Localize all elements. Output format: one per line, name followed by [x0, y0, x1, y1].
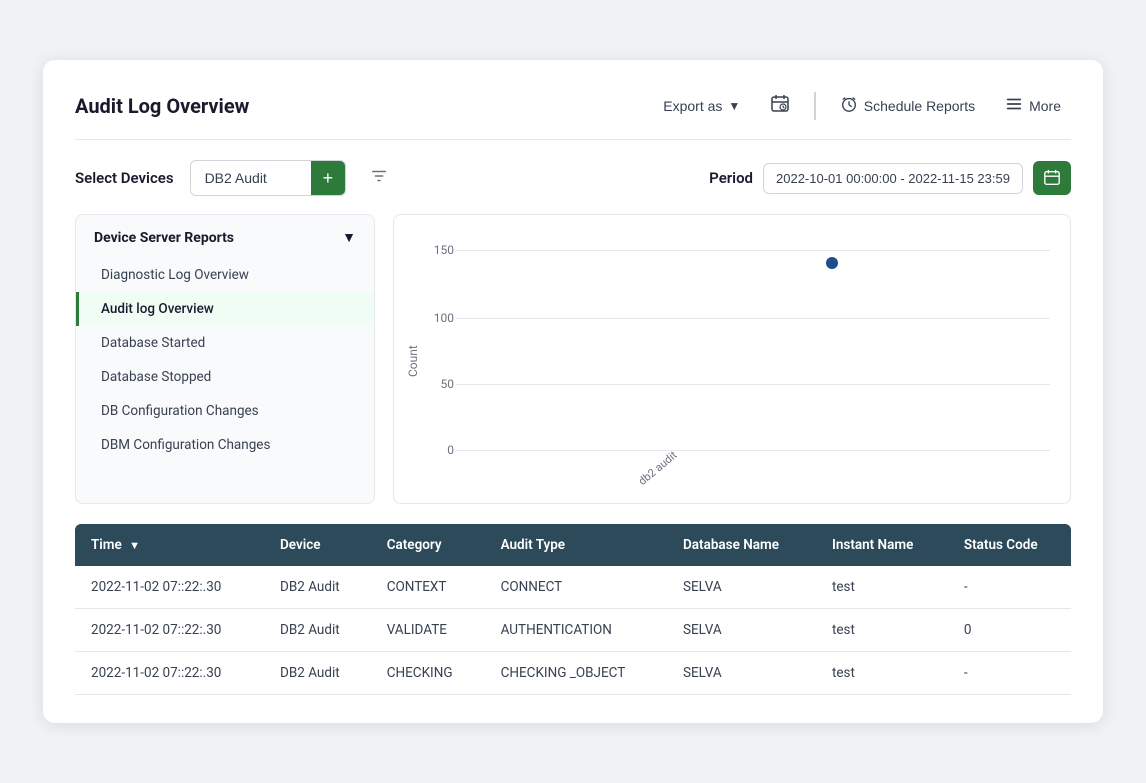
page-title: Audit Log Overview: [75, 94, 249, 118]
more-label: More: [1029, 98, 1061, 114]
more-icon: [1005, 95, 1023, 116]
cell-device-1: DB2 Audit: [264, 566, 371, 609]
device-selector: +: [190, 160, 347, 196]
schedule-reports-button[interactable]: Schedule Reports: [830, 89, 985, 122]
sidebar-item-diagnostic[interactable]: Diagnostic Log Overview: [76, 258, 374, 292]
chevron-down-icon: ▼: [728, 99, 740, 113]
y-tick-150: 150: [426, 243, 454, 257]
cell-time-1: 2022-11-02 07::22:.30: [75, 566, 264, 609]
cell-audit-type-3: CHECKING _OBJECT: [485, 652, 667, 695]
timer-icon-button[interactable]: [760, 88, 800, 123]
cell-instant-name-2: test: [816, 609, 948, 652]
cell-audit-type-2: AUTHENTICATION: [485, 609, 667, 652]
chart-content: 150 100 50 0 db2 audit: [426, 231, 1050, 491]
device-input[interactable]: [191, 163, 311, 193]
schedule-reports-label: Schedule Reports: [864, 98, 975, 114]
table-row: 2022-11-02 07::22:.30 DB2 Audit CHECKING…: [75, 652, 1071, 695]
divider: [814, 92, 816, 120]
chart-inner: Count 150 100 50 0: [404, 231, 1050, 491]
cell-db-name-1: SELVA: [667, 566, 816, 609]
col-db-name: Database Name: [667, 524, 816, 566]
cell-device-2: DB2 Audit: [264, 609, 371, 652]
cell-instant-name-1: test: [816, 566, 948, 609]
sidebar: Device Server Reports ▼ Diagnostic Log O…: [75, 214, 375, 504]
page-header: Audit Log Overview Export as ▼: [75, 88, 1071, 140]
data-point: [826, 257, 838, 269]
chart-grid: 150 100 50 0: [426, 231, 1050, 474]
period-input[interactable]: [763, 163, 1023, 194]
grid-line-150: [456, 250, 1050, 251]
col-audit-type: Audit Type: [485, 524, 667, 566]
export-label: Export as: [663, 98, 722, 114]
cell-category-3: CHECKING: [371, 652, 485, 695]
col-time: Time ▼: [75, 524, 264, 566]
period-section: Period: [709, 161, 1071, 195]
cell-db-name-3: SELVA: [667, 652, 816, 695]
table-row: 2022-11-02 07::22:.30 DB2 Audit CONTEXT …: [75, 566, 1071, 609]
main-body: Device Server Reports ▼ Diagnostic Log O…: [75, 214, 1071, 504]
header-actions: Export as ▼: [653, 88, 1071, 123]
cell-status-code-3: -: [948, 652, 1071, 695]
chart-y-label: Count: [404, 231, 422, 491]
cell-audit-type-1: CONNECT: [485, 566, 667, 609]
alarm-icon: [840, 95, 858, 116]
chart-x-axis: db2 audit: [426, 478, 1050, 491]
sidebar-item-audit[interactable]: Audit log Overview: [76, 292, 374, 326]
filter-button[interactable]: [362, 163, 396, 194]
cell-category-1: CONTEXT: [371, 566, 485, 609]
table-row: 2022-11-02 07::22:.30 DB2 Audit VALIDATE…: [75, 609, 1071, 652]
sidebar-header[interactable]: Device Server Reports ▼: [76, 215, 374, 258]
sort-icon-time[interactable]: ▼: [129, 539, 140, 552]
col-category: Category: [371, 524, 485, 566]
calendar-button[interactable]: [1033, 161, 1071, 195]
grid-line-50: [456, 384, 1050, 385]
cell-db-name-2: SELVA: [667, 609, 816, 652]
more-button[interactable]: More: [995, 89, 1071, 122]
select-devices-label: Select Devices: [75, 169, 174, 187]
sidebar-item-db-stopped[interactable]: Database Stopped: [76, 360, 374, 394]
toolbar: Select Devices + Period: [75, 160, 1071, 196]
sidebar-item-db-config[interactable]: DB Configuration Changes: [76, 394, 374, 428]
cell-status-code-2: 0: [948, 609, 1071, 652]
cell-category-2: VALIDATE: [371, 609, 485, 652]
y-tick-50: 50: [426, 377, 454, 391]
y-tick-100: 100: [426, 311, 454, 325]
period-label: Period: [709, 169, 753, 187]
col-status-code: Status Code: [948, 524, 1071, 566]
grid-line-100: [456, 318, 1050, 319]
export-button[interactable]: Export as ▼: [653, 92, 750, 120]
sidebar-item-db-started[interactable]: Database Started: [76, 326, 374, 360]
chart-area: Count 150 100 50 0: [393, 214, 1071, 504]
table-section: Time ▼ Device Category Audit Type Databa…: [75, 524, 1071, 695]
timer-icon: [770, 94, 790, 117]
table-header-row: Time ▼ Device Category Audit Type Databa…: [75, 524, 1071, 566]
col-device: Device: [264, 524, 371, 566]
y-tick-0: 0: [426, 443, 454, 457]
audit-table: Time ▼ Device Category Audit Type Databa…: [75, 524, 1071, 695]
sidebar-item-dbm-config[interactable]: DBM Configuration Changes: [76, 428, 374, 462]
cell-status-code-1: -: [948, 566, 1071, 609]
cell-device-3: DB2 Audit: [264, 652, 371, 695]
main-card: Audit Log Overview Export as ▼: [43, 60, 1103, 723]
chevron-down-icon: ▼: [342, 229, 356, 246]
cell-time-2: 2022-11-02 07::22:.30: [75, 609, 264, 652]
cell-time-3: 2022-11-02 07::22:.30: [75, 652, 264, 695]
sidebar-header-label: Device Server Reports: [94, 230, 234, 246]
grid-line-0: [456, 450, 1050, 451]
device-add-button[interactable]: +: [311, 161, 346, 195]
col-instant-name: Instant Name: [816, 524, 948, 566]
cell-instant-name-3: test: [816, 652, 948, 695]
